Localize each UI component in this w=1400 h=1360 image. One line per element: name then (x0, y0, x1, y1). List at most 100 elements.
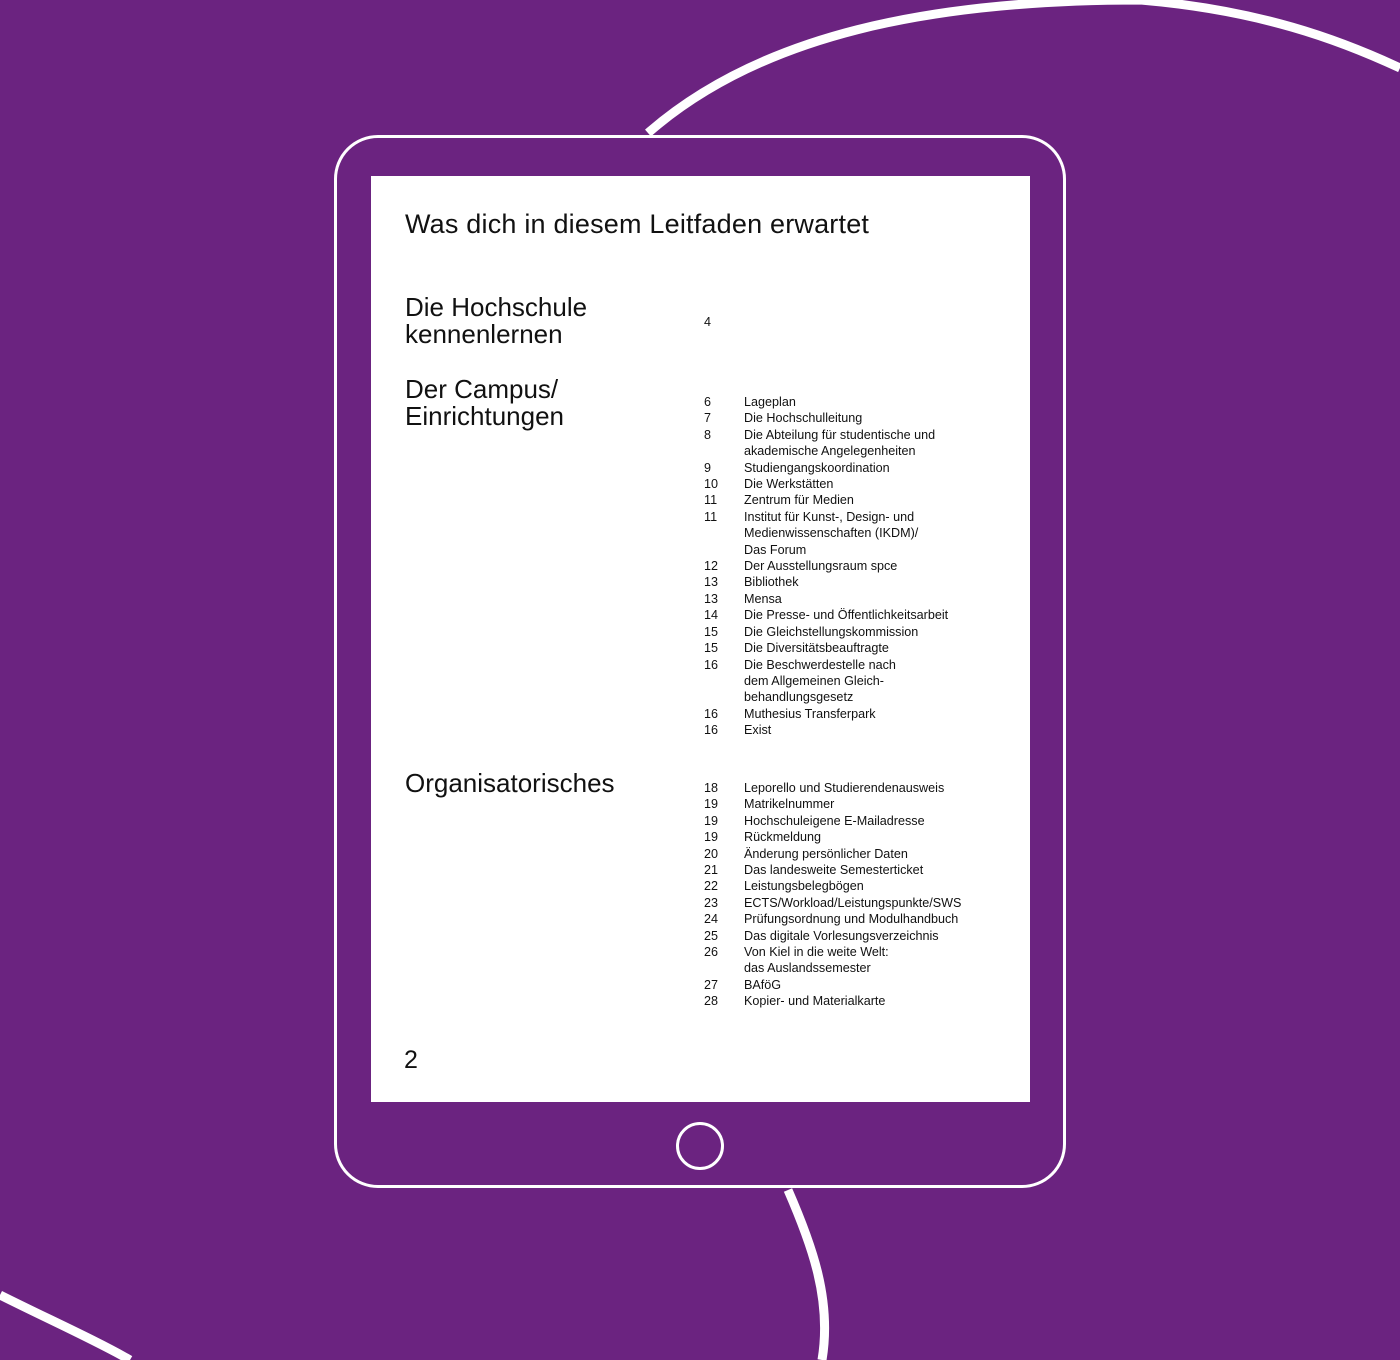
toc-entry-label: Die Hochschulleitung (744, 410, 1024, 426)
toc-entry-line: Die Presse- und Öffentlichkeitsarbeit (744, 608, 949, 623)
toc-entry-label: Das digitale Vorlesungsverzeichnis (744, 928, 1024, 944)
toc-entry-label: Prüfungsordnung und Modulhandbuch (744, 911, 1024, 927)
toc-entry-page: 15 (704, 624, 719, 639)
toc-entry[interactable]: 25 Das digitale Vorlesungsverzeichnis (704, 928, 1024, 944)
toc-entry-label: Muthesius Transferpark (744, 706, 1024, 722)
toc-entry[interactable]: 9 Studiengangskoordination (704, 460, 1024, 476)
toc-entry-page: 12 (704, 559, 719, 574)
toc-entry[interactable]: 16 Muthesius Transferpark (704, 706, 1024, 722)
page-number: 2 (404, 1046, 418, 1074)
toc-entry[interactable]: 19 Rückmeldung (704, 829, 1024, 845)
toc-entry-list: 6 Lageplan 7 Die Hochschulleitung 8 Die Abtei… (704, 394, 1024, 739)
toc-entry-line: akademische Angelegenheiten (744, 444, 916, 459)
toc-entry-page: 26 (704, 945, 719, 960)
toc-entry[interactable]: 14 Die Presse- und Öffentlichkeitsarbeit (704, 607, 1024, 623)
toc-entry-label (744, 314, 1024, 330)
toc-entry[interactable]: 10 Die Werkstätten (704, 476, 1024, 492)
toc-entry[interactable]: 16 Exist (704, 722, 1024, 738)
toc-entry-label: Die Beschwerdestelle nach dem Allgemeinen… (744, 657, 1024, 706)
toc-entry-line: Mensa (744, 591, 782, 606)
toc-entry[interactable]: 11 Institut für Kunst-, Design- und Medien… (704, 509, 1024, 558)
toc-entry-line: ECTS/Workload/Leistungspunkte/SWS (744, 895, 962, 910)
toc-entry-label: Institut für Kunst-, Design- und Medienwi… (744, 509, 1024, 558)
toc-entry-line: das Auslandssemester (744, 961, 871, 976)
toc-entry-line: Studiengangskoordination (744, 460, 890, 475)
toc-entry-page: 16 (704, 657, 719, 672)
toc-entry-line: Prüfungsordnung und Modulhandbuch (744, 912, 959, 927)
toc-entry-line: dem Allgemeinen Gleich- (744, 673, 885, 688)
toc-entry[interactable]: 15 Die Diversitätsbeauftragte (704, 640, 1024, 656)
toc-entry[interactable]: 21 Das landesweite Semesterticket (704, 862, 1024, 878)
toc-entry[interactable]: 22 Leistungsbelegbögen (704, 878, 1024, 894)
toc-entry-line: Das digitale Vorlesungsverzeichnis (744, 928, 939, 943)
circle-home-button-icon[interactable] (676, 1122, 724, 1170)
toc-entry[interactable]: 13 Bibliothek (704, 574, 1024, 590)
toc-entry-list: 18 Leporello und Studierendenausweis 19 Mat… (704, 780, 1024, 1010)
toc-entry[interactable]: 7 Die Hochschulleitung (704, 410, 1024, 426)
toc-entry-page: 18 (704, 781, 719, 795)
toc-entry-label: Mensa (744, 591, 1024, 607)
toc-entry[interactable]: 6 Lageplan (704, 394, 1024, 410)
toc-entry-line: Der Ausstellungsraum spce (744, 559, 898, 574)
toc-entry[interactable]: 27 BAföG (704, 977, 1024, 993)
toc-entry-label: Die Werkstätten (744, 476, 1024, 492)
toc-entry[interactable]: 15 Die Gleichstellungskommission (704, 624, 1024, 640)
toc-entry-line: Exist (744, 723, 772, 738)
toc-entry[interactable]: 12 Der Ausstellungsraum spce (704, 558, 1024, 574)
toc-entry-line: Medienwissenschaften (IKDM)/ (744, 526, 919, 541)
toc-entry-label: Studiengangskoordination (744, 460, 1024, 476)
toc-entry-label: Bibliothek (744, 574, 1024, 590)
toc-entry-label: Die Presse- und Öffentlichkeitsarbeit (744, 607, 1024, 623)
toc-entry-page: 11 (704, 509, 718, 524)
toc-entry-line: Änderung persönlicher Daten (744, 846, 908, 861)
toc-entry-line: Rückmeldung (744, 830, 822, 845)
toc-entry-page: 11 (704, 493, 718, 508)
toc-entry-page: 4 (704, 315, 712, 329)
toc-entry[interactable]: 19 Hochschuleigene E-Mailadresse (704, 813, 1024, 829)
section-title: Der Campus/Einrichtungen (405, 376, 685, 430)
toc-entry-label: Der Ausstellungsraum spce (744, 558, 1024, 574)
toc-entry-page: 7 (704, 411, 712, 426)
toc-entry[interactable]: 13 Mensa (704, 591, 1024, 607)
toc-entry-page: 28 (704, 994, 719, 1009)
toc-entry-page: 19 (704, 797, 719, 812)
toc-entry-line: Die Abteilung für studentische und (744, 427, 936, 442)
toc-entry-page: 13 (704, 575, 719, 590)
section-title-line: Die Hochschule (405, 292, 588, 322)
toc-entry-line: Matrikelnummer (744, 797, 835, 812)
toc-entry-label: Lageplan (744, 394, 1024, 410)
toc-entry-line: Die Hochschulleitung (744, 411, 863, 426)
toc-entry-label: Von Kiel in die weite Welt: das Auslandss… (744, 944, 1024, 977)
toc-entry[interactable]: 18 Leporello und Studierendenausweis (704, 780, 1024, 796)
toc-entry-line: Leistungsbelegbögen (744, 879, 864, 894)
toc-entry[interactable]: 20 Änderung persönlicher Daten (704, 846, 1024, 862)
toc-entry[interactable]: 24 Prüfungsordnung und Modulhandbuch (704, 911, 1024, 927)
toc-entry-line: Zentrum für Medien (744, 493, 854, 508)
toc-entry[interactable]: 26 Von Kiel in die weite Welt: das Ausland… (704, 944, 1024, 977)
toc-entry-label: Matrikelnummer (744, 796, 1024, 812)
toc-entry[interactable]: 19 Matrikelnummer (704, 796, 1024, 812)
toc-entry-line: Bibliothek (744, 575, 799, 590)
toc-entry-line: Institut für Kunst-, Design- und (744, 509, 915, 524)
toc-entry-line: Leporello und Studierendenausweis (744, 781, 945, 795)
toc-entry-label: BAföG (744, 977, 1024, 993)
toc-entry-line: Die Beschwerdestelle nach (744, 657, 896, 672)
toc-entry-page: 23 (704, 895, 719, 910)
toc-entry-label: Kopier- und Materialkarte (744, 993, 1024, 1009)
toc-entry-label: Die Diversitätsbeauftragte (744, 640, 1024, 656)
toc-entry[interactable]: 4 (704, 314, 1024, 330)
toc-entry-label: Die Gleichstellungskommission (744, 624, 1024, 640)
toc-entry[interactable]: 16 Die Beschwerdestelle nach dem Allgemein… (704, 657, 1024, 706)
toc-entry[interactable]: 23 ECTS/Workload/Leistungspunkte/SWS (704, 895, 1024, 911)
toc-entry-page: 20 (704, 846, 719, 861)
toc-entry-page: 24 (704, 912, 719, 927)
page-title: Was dich in diesem Leitfaden erwartet (405, 209, 870, 239)
toc-entry-line: behandlungsgesetz (744, 690, 854, 705)
toc-entry[interactable]: 8 Die Abteilung für studentische und akade… (704, 427, 1024, 460)
toc-entry[interactable]: 11 Zentrum für Medien (704, 492, 1024, 508)
toc-entry[interactable]: 28 Kopier- und Materialkarte (704, 993, 1024, 1009)
toc-entry-line: Von Kiel in die weite Welt: (744, 945, 889, 960)
section-title: Die Hochschule kennenlernen (405, 294, 685, 348)
document-page[interactable]: Was dich in diesem Leitfaden erwartet Di… (371, 176, 1030, 1102)
section-title-line: Der Campus/ (405, 374, 559, 404)
